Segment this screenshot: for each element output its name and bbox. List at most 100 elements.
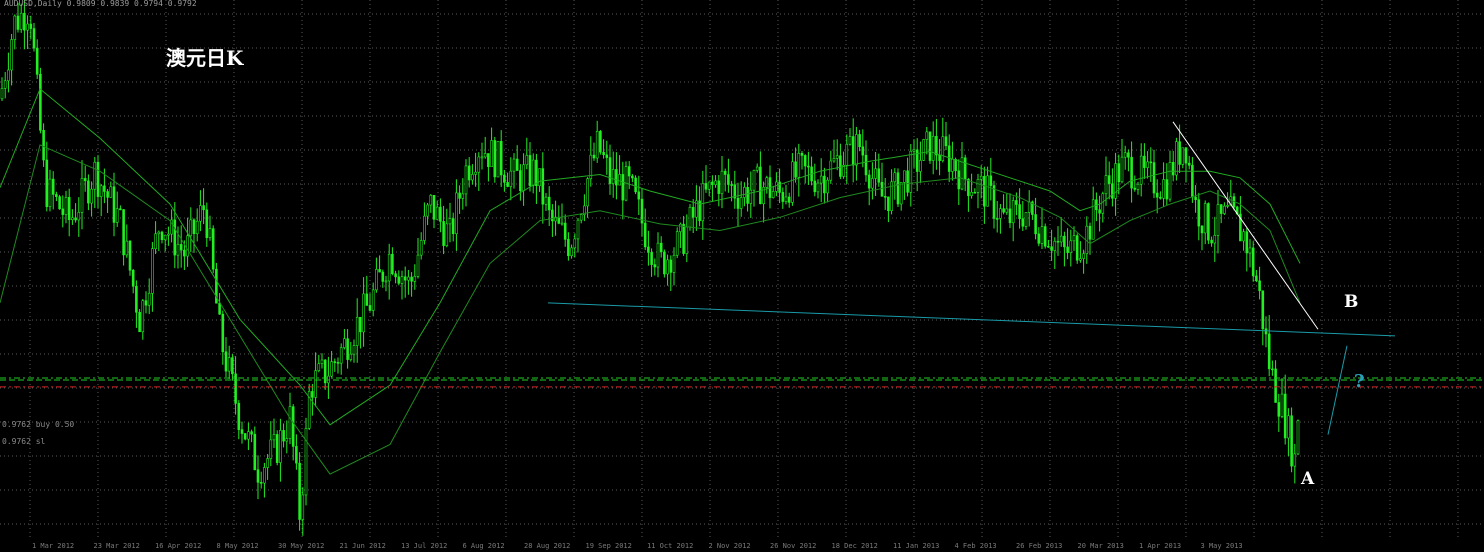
candle-body [618,174,621,186]
candle-body [1015,200,1018,205]
candle-body [323,359,327,384]
candle-body [237,403,241,430]
down-trendline [1172,121,1319,330]
candle-body [1002,208,1005,213]
candle-body [778,181,781,193]
candle-body [1184,147,1188,164]
candle-body [1155,192,1159,198]
candle-body [1191,164,1194,198]
candle-body [381,271,385,282]
candle-body [1088,225,1092,240]
candle-body [186,235,189,257]
candle-body [461,193,465,199]
candle-body [471,174,474,181]
candle-body [711,181,714,185]
candle-body [1251,247,1255,277]
candle-body [659,242,663,253]
candle-body [663,251,666,275]
candle-body [35,47,39,75]
candle-body [1274,368,1277,403]
candle-body [941,136,945,161]
candle-body [903,170,906,183]
date-tick-label: 23 Mar 2012 [93,542,140,550]
candle-body [986,175,989,207]
candle-body [877,168,881,183]
candle-body [647,246,650,253]
candle-body [893,172,897,183]
candle-body [899,182,903,205]
candle-body [1136,183,1140,190]
candle-body [967,179,970,196]
candle-body [595,131,599,159]
candle-body [605,154,609,158]
candle-body [1216,204,1220,236]
candle-body [51,178,55,195]
candle-body [1171,161,1175,176]
candle-body [1200,225,1204,234]
candle-body [183,249,186,257]
candle-body [163,234,167,241]
candle-body [979,175,983,180]
candle-body [157,231,161,235]
buy-order-label[interactable]: 0.9762 buy 0.50 [2,420,74,429]
candle-body [1283,393,1287,439]
candle-body [1143,155,1146,168]
candle-body [314,370,317,398]
candle-body [1021,218,1025,227]
candle-body [131,269,135,287]
candle-body [586,178,589,207]
candle-body [848,136,852,145]
candle-body [253,433,257,471]
candle-body [1120,156,1124,183]
candle-body [1175,141,1178,176]
candle-body [368,305,372,311]
candle-body [730,184,733,186]
chart-window[interactable]: AUDUSD,Daily 0.9809 0.9839 0.9794 0.9792… [0,0,1484,552]
candle-body [669,259,673,273]
sl-order-label[interactable]: 0.9762 sl [2,437,45,446]
candle-body [218,302,221,315]
candle-body [39,74,42,131]
price-chart[interactable] [0,0,1484,552]
candle-body [1271,368,1274,371]
candle-body [333,361,337,363]
candle-body [887,196,890,211]
candle-body [387,253,391,282]
candle-body [483,153,487,158]
candle-body [1005,208,1009,213]
candle-body [704,183,708,190]
candle-body [611,169,615,184]
candle-body [976,179,980,193]
candle-body [1063,235,1066,248]
candle-body [439,206,442,222]
candle-body [275,434,279,463]
candle-body [541,168,545,205]
candle-body [71,217,74,221]
candle-body [410,276,413,282]
candle-body [10,39,13,71]
candle-body [48,178,52,207]
candle-body [679,223,682,232]
candle-body [688,206,692,228]
candle-body [544,196,548,205]
candle-body [195,220,199,234]
candle-body [426,204,429,217]
candle-body [503,174,506,183]
candle-body [621,174,625,201]
candle-body [826,179,829,194]
candle-body [352,345,356,355]
candle-body [765,177,769,188]
candle-body [506,182,509,187]
candle-body [714,180,717,185]
candle-body [851,136,855,166]
candle-body [394,273,397,278]
candle-body [1255,275,1258,282]
candle-body [330,361,333,377]
trend-lines [547,121,1396,435]
candle-body [493,140,497,178]
candle-body [634,177,637,193]
candle-body [992,185,996,219]
candle-body [954,158,957,172]
candle-body [906,170,909,193]
candle-body [650,252,653,265]
